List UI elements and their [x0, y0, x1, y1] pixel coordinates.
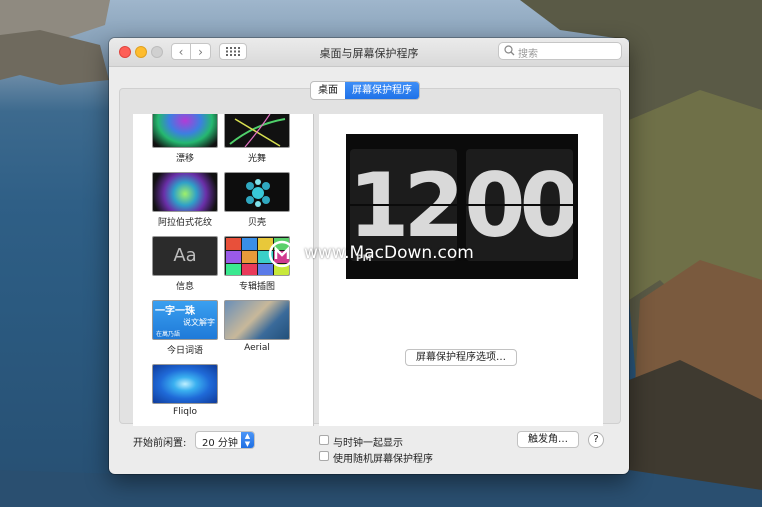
minimize-button[interactable] — [135, 46, 147, 58]
title-bar: ‹ › 桌面与屏幕保护程序 搜索 — [109, 38, 629, 67]
tab-desktop[interactable]: 桌面 — [311, 82, 345, 99]
grid-icon — [226, 47, 240, 56]
screensaver-label: 光舞 — [247, 154, 266, 164]
show-all-button[interactable] — [219, 43, 247, 60]
screensaver-item-shell[interactable]: 贝壳 — [221, 172, 293, 228]
watermark-text: www.MacDown.com — [304, 243, 474, 263]
screensaver-label: 阿拉伯式花纹 — [157, 218, 212, 228]
flip-divider — [350, 204, 457, 206]
stepper-arrows-icon: ▲ ▼ — [241, 432, 254, 448]
thumbnail-word-of-the-day: 一字一珠 说文解字 在萬乃語 — [152, 300, 218, 340]
chevron-left-icon: ‹ — [178, 44, 184, 59]
screensaver-list: 漂移 光舞 阿拉伯式花纹 贝壳 Aa 信息 专辑插图 一字一珠 说文解字 在萬乃… — [133, 114, 314, 426]
idle-time-select[interactable]: 20 分钟 ▲ ▼ — [195, 431, 255, 449]
screensaver-label: 漂移 — [175, 154, 194, 164]
word-thumb-line-1: 一字一珠 — [155, 306, 195, 317]
thumbnail-shell — [224, 172, 290, 212]
back-button[interactable]: ‹ — [171, 43, 191, 60]
screensaver-options-button[interactable]: 屏幕保护程序选项… — [405, 349, 517, 366]
screensaver-label: 贝壳 — [247, 218, 266, 228]
search-input[interactable]: 搜索 — [498, 42, 622, 60]
close-button[interactable] — [119, 46, 131, 58]
show-with-clock-checkbox[interactable] — [319, 435, 329, 445]
random-screensaver-checkbox[interactable] — [319, 451, 329, 461]
show-with-clock-label: 与时钟一起显示 — [333, 438, 403, 449]
screensaver-item-flurry[interactable]: 光舞 — [221, 114, 293, 164]
shell-art — [246, 179, 270, 207]
thumbnail-message: Aa — [152, 236, 218, 276]
tab-screensaver[interactable]: 屏幕保护程序 — [345, 82, 419, 99]
tab-bar: 桌面 屏幕保护程序 — [310, 81, 420, 100]
thumbnail-fliqlo — [152, 364, 218, 404]
thumbnail-drift — [152, 114, 218, 148]
screensaver-label: 信息 — [175, 282, 194, 292]
idle-label: 开始前闲置: — [133, 438, 187, 449]
hot-corners-button[interactable]: 触发角… — [517, 431, 579, 448]
screensaver-label: 今日词语 — [166, 346, 203, 356]
thumbnail-flurry — [224, 114, 290, 148]
screensaver-item-message[interactable]: Aa 信息 — [149, 236, 221, 292]
screensaver-label: Fliqlo — [173, 407, 197, 417]
search-icon — [504, 45, 515, 56]
screensaver-item-arabesque[interactable]: 阿拉伯式花纹 — [149, 172, 221, 228]
chevron-right-icon: › — [198, 44, 203, 59]
word-thumb-line-2: 说文解字 — [183, 318, 215, 327]
screensaver-item-fliqlo[interactable]: Fliqlo — [149, 364, 221, 417]
watermark: www.MacDown.com — [268, 240, 504, 268]
screensaver-label: 专辑插图 — [238, 282, 275, 292]
random-screensaver-label: 使用随机屏幕保护程序 — [333, 454, 433, 465]
window-title: 桌面与屏幕保护程序 — [319, 47, 419, 60]
help-button[interactable]: ? — [588, 432, 604, 448]
flurry-art — [229, 114, 286, 147]
forward-button[interactable]: › — [191, 43, 211, 60]
zoom-button[interactable] — [151, 46, 163, 58]
thumbnail-aerial — [224, 300, 290, 340]
thumbnail-arabesque — [152, 172, 218, 212]
screensaver-item-drift[interactable]: 漂移 — [149, 114, 221, 164]
flip-divider — [466, 204, 573, 206]
idle-time-value: 20 分钟 — [202, 438, 238, 449]
screensaver-label: Aerial — [244, 343, 270, 353]
search-placeholder: 搜索 — [518, 49, 538, 60]
watermark-logo-icon — [268, 240, 296, 268]
screensaver-item-aerial[interactable]: Aerial — [221, 300, 293, 353]
screensaver-item-word-of-the-day[interactable]: 一字一珠 说文解字 在萬乃語 今日词语 — [149, 300, 221, 356]
preview-panel: 12 PM 00 — [319, 114, 603, 426]
word-thumb-line-3: 在萬乃語 — [156, 331, 181, 338]
